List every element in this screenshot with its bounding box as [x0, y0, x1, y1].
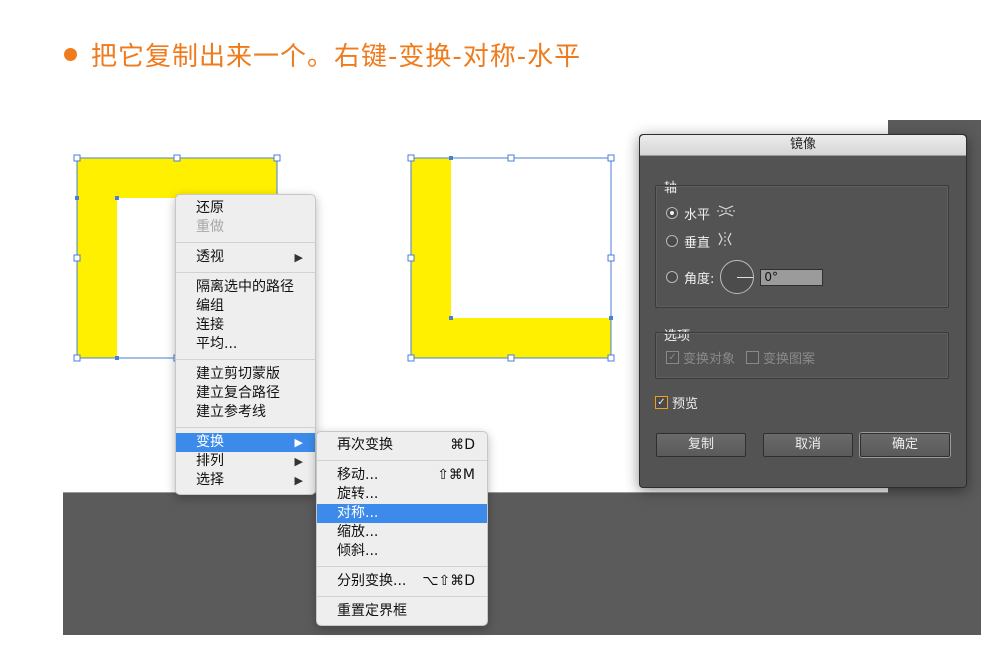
radio-button[interactable] [666, 235, 678, 247]
menu-item-average[interactable]: 平均... [176, 335, 315, 354]
checkbox-label: 变换图案 [763, 352, 816, 367]
submenu-item-scale[interactable]: 缩放... [317, 523, 487, 542]
checkbox-transform-patterns: 变换图案 [746, 348, 815, 367]
checkbox [746, 351, 759, 364]
menu-separator [176, 272, 315, 273]
submenu-item-reflect[interactable]: 对称... [317, 504, 487, 523]
menu-separator [317, 460, 487, 461]
caption-text: 把它复制出来一个。右键-变换-对称-水平 [91, 41, 582, 72]
radio-angle[interactable]: 角度: 0° [666, 260, 824, 294]
mirrored-shape[interactable] [404, 152, 619, 367]
checkbox: ✓ [666, 351, 679, 364]
checkbox-transform-objects: ✓ 变换对象 [666, 348, 735, 367]
transform-submenu: 再次变换 ⌘D 移动... ⇧⌘M 旋转... 对称... 缩放... 倾斜... … [316, 431, 488, 626]
menu-item-perspective[interactable]: 透视 ▶ [176, 248, 315, 267]
submenu-item-transform-each[interactable]: 分别变换... ⌥⇧⌘D [317, 572, 487, 591]
submenu-item-reset-bounding-box[interactable]: 重置定界框 [317, 602, 487, 621]
shortcut-label: ⇧⌘M [437, 467, 475, 483]
radio-button[interactable] [666, 271, 678, 283]
radio-horizontal[interactable]: 水平 [666, 203, 736, 223]
angle-dial[interactable] [720, 260, 755, 294]
submenu-arrow-icon: ▶ [294, 474, 303, 487]
menu-item-select[interactable]: 选择 ▶ [176, 471, 315, 490]
submenu-item-move[interactable]: 移动... ⇧⌘M [317, 466, 487, 485]
menu-item-arrange[interactable]: 排列 ▶ [176, 452, 315, 471]
reflect-vertical-icon [716, 231, 734, 251]
reflect-horizontal-icon [716, 203, 736, 223]
ok-button[interactable]: 确定 [860, 433, 950, 457]
shortcut-label: ⌥⇧⌘D [422, 573, 475, 589]
checkbox[interactable]: ✓ [655, 396, 668, 409]
submenu-arrow-icon: ▶ [294, 455, 303, 468]
radio-label: 垂直 [684, 235, 711, 251]
angle-input[interactable]: 0° [760, 268, 824, 286]
instruction-caption: 把它复制出来一个。右键-变换-对称-水平 [64, 34, 581, 74]
copy-button[interactable]: 复制 [656, 433, 746, 457]
menu-item-join[interactable]: 连接 [176, 316, 315, 335]
menu-item-redo: 重做 [196, 219, 224, 235]
dialog-title[interactable]: 镜像 [640, 135, 966, 156]
checkbox-preview[interactable]: ✓ 预览 [655, 393, 698, 412]
radio-label: 水平 [684, 207, 711, 223]
menu-separator [317, 566, 487, 567]
menu-item-group[interactable]: 编组 [176, 297, 315, 316]
menu-item-undo[interactable]: 还原 [176, 199, 315, 218]
cancel-button[interactable]: 取消 [763, 433, 853, 457]
menu-item-compound-path[interactable]: 建立复合路径 [176, 384, 315, 403]
radio-vertical[interactable]: 垂直 [666, 231, 734, 251]
submenu-arrow-icon: ▶ [294, 251, 303, 264]
shortcut-label: ⌘D [450, 437, 475, 453]
menu-item-transform[interactable]: 变换 ▶ [176, 433, 315, 452]
menu-separator [176, 427, 315, 428]
radio-label: 角度: [684, 271, 715, 287]
menu-separator [317, 596, 487, 597]
submenu-item-shear[interactable]: 倾斜... [317, 542, 487, 561]
menu-item-clipping-mask[interactable]: 建立剪切蒙版 [176, 365, 315, 384]
checkbox-label: 预览 [672, 397, 699, 412]
bullet-dot [64, 47, 77, 61]
context-menu: 还原 重做 透视 ▶ 隔离选中的路径 编组 连接 平均... 建立剪切蒙版 建立复… [175, 194, 316, 495]
submenu-item-transform-again[interactable]: 再次变换 ⌘D [317, 436, 487, 455]
menu-item-isolate-path[interactable]: 隔离选中的路径 [176, 278, 315, 297]
reflect-dialog: 镜像 轴 水平 垂直 角度: 0° 选项 ✓ 变换对象 变换图案 ✓ 预览 复制… [639, 134, 967, 488]
menu-separator [176, 359, 315, 360]
checkbox-label: 变换对象 [683, 352, 736, 367]
radio-button[interactable] [666, 207, 678, 219]
pasteboard-bottom [63, 492, 981, 635]
menu-separator [176, 242, 315, 243]
menu-item-make-guides[interactable]: 建立参考线 [176, 403, 315, 422]
submenu-arrow-icon: ▶ [294, 436, 303, 449]
submenu-item-rotate[interactable]: 旋转... [317, 485, 487, 504]
